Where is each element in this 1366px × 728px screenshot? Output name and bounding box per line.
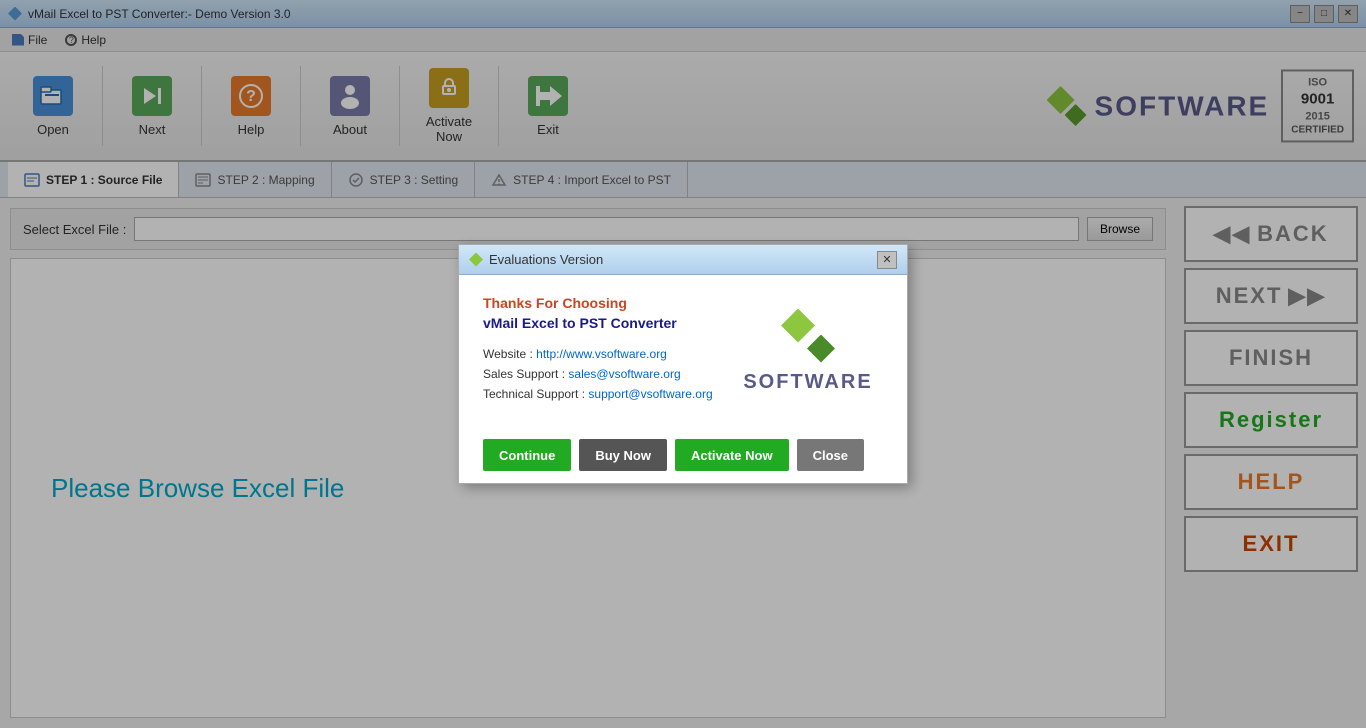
modal-overlay: Evaluations Version ✕ Thanks For Choosin… (0, 0, 1366, 728)
modal-buy-now-button[interactable]: Buy Now (579, 439, 667, 471)
modal-product-name: vMail Excel to PST Converter (483, 315, 717, 331)
modal-website-info: Website : http://www.vsoftware.org (483, 347, 717, 361)
modal-close-button[interactable]: Close (797, 439, 864, 471)
modal-diamond-top-icon (781, 309, 815, 343)
modal-tech-info: Technical Support : support@vsoftware.or… (483, 387, 717, 401)
modal-sales-label: Sales Support : (483, 367, 568, 381)
evaluations-modal: Evaluations Version ✕ Thanks For Choosin… (458, 244, 908, 484)
modal-tech-link[interactable]: support@vsoftware.org (588, 387, 712, 401)
modal-title-text: Evaluations Version (489, 252, 603, 267)
modal-activate-button[interactable]: Activate Now (675, 439, 789, 471)
modal-logo: SOFTWARE (743, 309, 872, 394)
modal-thanks-text: Thanks For Choosing (483, 295, 717, 311)
modal-software-text: SOFTWARE (743, 371, 872, 394)
modal-logo-diamonds (781, 309, 835, 363)
modal-close-x-button[interactable]: ✕ (877, 251, 897, 269)
modal-body: Thanks For Choosing vMail Excel to PST C… (459, 275, 907, 427)
modal-website-link[interactable]: http://www.vsoftware.org (536, 347, 667, 361)
modal-right-content: SOFTWARE (733, 295, 883, 407)
modal-left-content: Thanks For Choosing vMail Excel to PST C… (483, 295, 717, 407)
modal-tech-label: Technical Support : (483, 387, 588, 401)
modal-title-bar: Evaluations Version ✕ (459, 245, 907, 275)
modal-diamond-bottom-icon (807, 335, 835, 363)
modal-website-label: Website : (483, 347, 536, 361)
modal-sales-info: Sales Support : sales@vsoftware.org (483, 367, 717, 381)
modal-title-logo-icon (469, 253, 483, 267)
modal-sales-link[interactable]: sales@vsoftware.org (568, 367, 680, 381)
modal-footer: Continue Buy Now Activate Now Close (459, 427, 907, 483)
modal-diamond-group (781, 309, 835, 363)
modal-continue-button[interactable]: Continue (483, 439, 571, 471)
modal-title-content: Evaluations Version (469, 252, 603, 267)
